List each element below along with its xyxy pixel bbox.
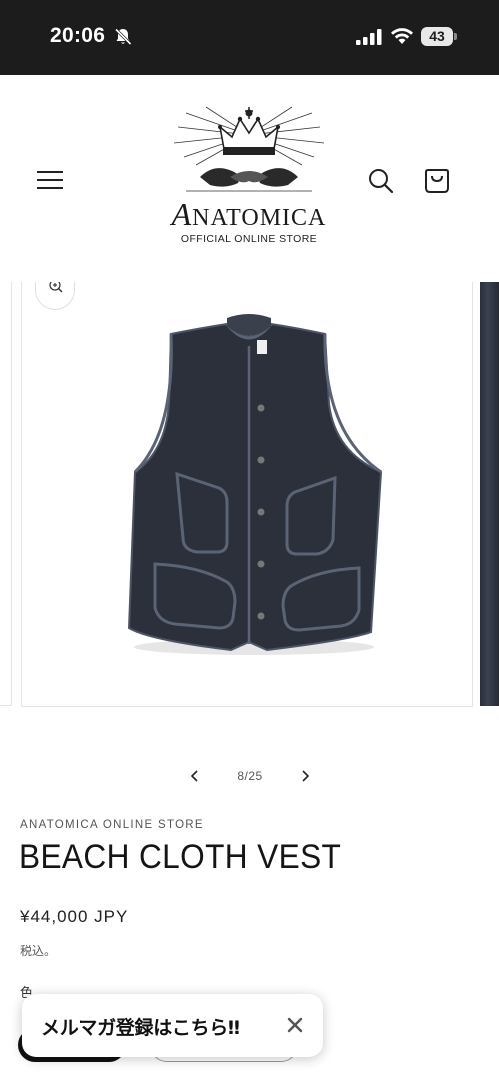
cart-icon[interactable]	[423, 166, 451, 194]
signal-icon	[356, 29, 382, 45]
logo-initial: A	[171, 196, 193, 232]
battery-cap	[454, 33, 457, 40]
logo-subtitle: OFFICIAL ONLINE STORE	[180, 233, 318, 245]
product-image-vest[interactable]	[109, 312, 389, 662]
product-image-slide[interactable]	[21, 282, 473, 707]
newsletter-link[interactable]: メルマガ登録はこちら‼	[41, 1013, 240, 1040]
chevron-left-icon[interactable]	[188, 768, 202, 784]
site-header: ANATOMICA OFFICIAL ONLINE STORE	[0, 75, 499, 270]
crown-crest-emblem	[173, 106, 325, 192]
tax-note: 税込。	[20, 944, 57, 958]
status-bar: 20:06 43	[0, 0, 499, 75]
product-gallery[interactable]	[0, 282, 499, 708]
newsletter-popup[interactable]: メルマガ登録はこちら‼	[22, 994, 323, 1057]
battery-level: 43	[421, 27, 453, 46]
bell-slash-icon	[114, 28, 132, 46]
chevron-right-icon[interactable]	[298, 768, 312, 784]
next-slide-edge[interactable]	[480, 282, 499, 706]
search-icon[interactable]	[367, 167, 395, 195]
store-logo[interactable]: ANATOMICA OFFICIAL ONLINE STORE	[158, 105, 340, 253]
product-vendor: ANATOMICA ONLINE STORE	[20, 819, 204, 831]
slide-counter: 8/25	[237, 769, 263, 783]
logo-wordmark: ANATOMICA	[158, 196, 340, 233]
previous-slide-edge[interactable]	[0, 282, 12, 706]
logo-rest: NATOMICA	[192, 205, 327, 231]
slider-controls: 8/25	[180, 762, 320, 790]
close-icon[interactable]	[285, 1015, 305, 1035]
battery-icon: 43	[421, 27, 457, 46]
menu-icon[interactable]	[37, 169, 64, 191]
zoom-in-icon	[49, 282, 63, 293]
product-title: BEACH CLOTH VEST	[19, 838, 342, 876]
status-time: 20:06	[50, 24, 106, 47]
product-price: ¥44,000 JPY	[20, 907, 129, 926]
wifi-icon	[391, 28, 413, 44]
